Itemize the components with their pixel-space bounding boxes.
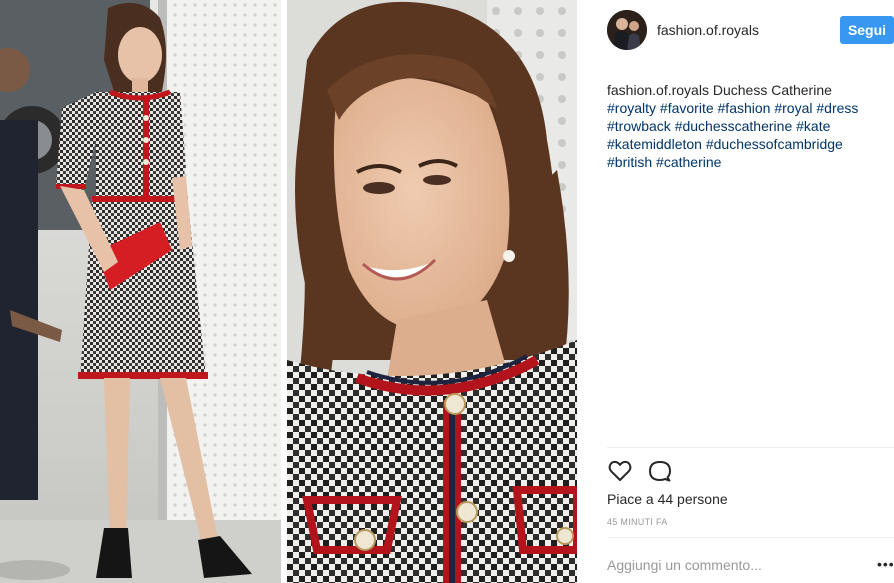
- likes-count[interactable]: Piace a 44 persone: [607, 491, 728, 507]
- post-header: fashion.of.royals Segui: [577, 0, 894, 64]
- photo-full-length: [0, 0, 281, 583]
- divider: [607, 537, 894, 538]
- hashtag[interactable]: #royalty: [607, 100, 656, 116]
- hashtag[interactable]: #dress: [816, 100, 858, 116]
- more-options-icon[interactable]: •••: [877, 556, 894, 572]
- heart-icon[interactable]: [607, 458, 633, 484]
- hashtag[interactable]: #katemiddleton: [607, 136, 702, 152]
- post-side-panel: fashion.of.royals Segui fashion.of.royal…: [577, 0, 894, 583]
- post-caption: fashion.of.royals Duchess Catherine #roy…: [607, 81, 891, 171]
- username-link[interactable]: fashion.of.royals: [657, 22, 759, 38]
- post-timestamp: 45 MINUTI FA: [607, 517, 668, 527]
- comment-icon[interactable]: [647, 458, 673, 484]
- hashtag[interactable]: #royal: [774, 100, 812, 116]
- hashtag[interactable]: #fashion: [718, 100, 771, 116]
- hashtag[interactable]: #duchessofcambridge: [706, 136, 843, 152]
- hashtag[interactable]: #kate: [796, 118, 830, 134]
- hashtag[interactable]: #catherine: [656, 154, 721, 170]
- hashtag[interactable]: #favorite: [660, 100, 714, 116]
- caption-author[interactable]: fashion.of.royals: [607, 82, 709, 98]
- avatar[interactable]: [607, 10, 647, 50]
- hashtag[interactable]: #duchesscatherine: [675, 118, 793, 134]
- follow-button[interactable]: Segui: [840, 16, 894, 44]
- post-media[interactable]: [0, 0, 577, 583]
- hashtag[interactable]: #british: [607, 154, 652, 170]
- caption-text: Duchess Catherine: [712, 82, 832, 98]
- comment-input[interactable]: [607, 555, 867, 575]
- photo-close-up: [287, 0, 577, 583]
- divider: [607, 447, 894, 448]
- hashtag[interactable]: #trowback: [607, 118, 671, 134]
